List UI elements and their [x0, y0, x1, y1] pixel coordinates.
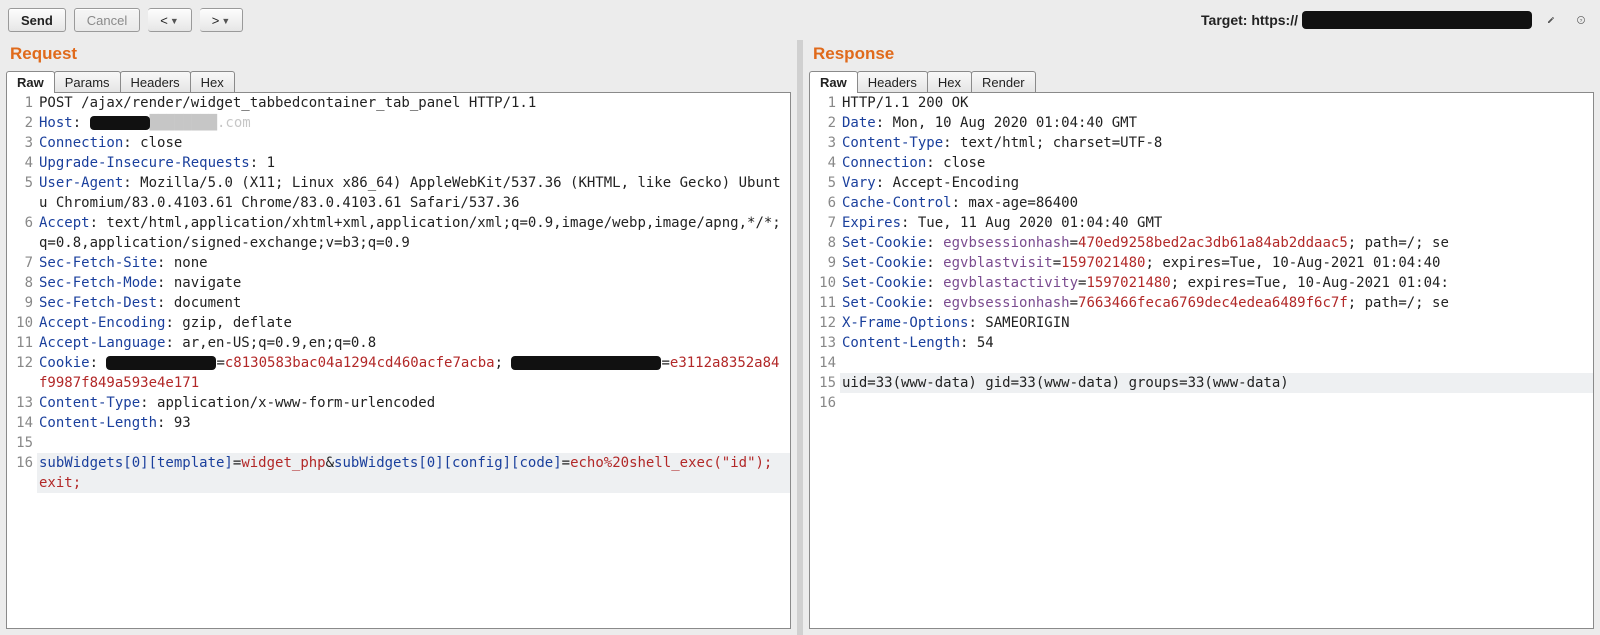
- svg-text:?: ?: [1580, 18, 1583, 24]
- tab-headers[interactable]: Headers: [120, 71, 191, 93]
- tab-hex[interactable]: Hex: [190, 71, 235, 93]
- send-button[interactable]: Send: [8, 8, 66, 32]
- back-button[interactable]: <▼: [148, 8, 192, 32]
- response-tabs: Raw Headers Hex Render: [803, 70, 1600, 92]
- tab-hex[interactable]: Hex: [927, 71, 972, 93]
- target-label: Target: https://: [1201, 11, 1532, 29]
- help-icon[interactable]: ?: [1570, 9, 1592, 31]
- response-editor[interactable]: 1HTTP/1.1 200 OK 2Date: Mon, 10 Aug 2020…: [809, 92, 1594, 629]
- response-title: Response: [803, 40, 1600, 70]
- tab-raw[interactable]: Raw: [6, 71, 55, 93]
- tab-params[interactable]: Params: [54, 71, 121, 93]
- history-fwd-group: >▼: [200, 8, 244, 32]
- toolbar: Send Cancel <▼ >▼ Target: https:// ?: [0, 0, 1600, 40]
- tab-headers[interactable]: Headers: [857, 71, 928, 93]
- request-pane: Request Raw Params Headers Hex 1POST /aj…: [0, 40, 797, 635]
- split-container: Request Raw Params Headers Hex 1POST /aj…: [0, 40, 1600, 635]
- target-redacted: [1302, 11, 1532, 29]
- forward-button[interactable]: >▼: [200, 8, 244, 32]
- edit-target-icon[interactable]: [1540, 9, 1562, 31]
- request-tabs: Raw Params Headers Hex: [0, 70, 797, 92]
- request-editor[interactable]: 1POST /ajax/render/widget_tabbedcontaine…: [6, 92, 791, 629]
- response-pane: Response Raw Headers Hex Render 1HTTP/1.…: [803, 40, 1600, 635]
- tab-render[interactable]: Render: [971, 71, 1036, 93]
- cancel-button[interactable]: Cancel: [74, 8, 140, 32]
- tab-raw[interactable]: Raw: [809, 71, 858, 93]
- request-title: Request: [0, 40, 797, 70]
- history-back-group: <▼: [148, 8, 192, 32]
